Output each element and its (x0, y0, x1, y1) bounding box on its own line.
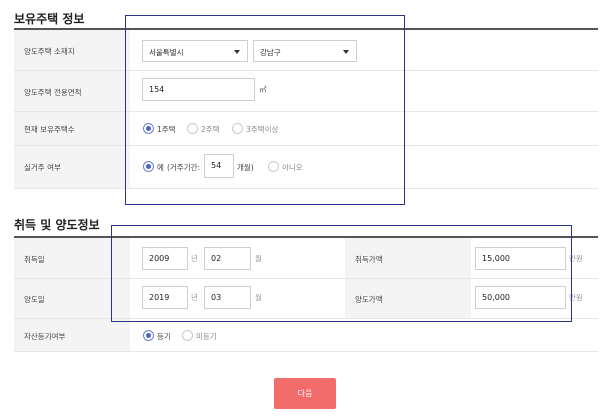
row-label-cell: 양도주택 전용면적 (14, 71, 130, 111)
section-title-house-info: 보유주택 정보 (14, 12, 85, 26)
area-label: 양도주택 전용면적 (24, 88, 82, 97)
form-row-registration: 자산등기여부 등기 미등기 (14, 319, 598, 352)
annotation-box-acquisition (111, 225, 572, 322)
registered-radio[interactable] (143, 330, 154, 341)
unregistered-option: 미등기 (196, 332, 217, 341)
row-label-cell: 실거주 여부 (14, 146, 130, 188)
annotation-box-house-info (125, 15, 405, 205)
owned-label: 현재 보유주택수 (24, 125, 75, 134)
unregistered-radio[interactable] (182, 330, 193, 341)
section-title-acquisition: 취득 및 양도정보 (14, 218, 100, 232)
registration-label: 자산등기여부 (24, 332, 66, 341)
registered-option: 등기 (157, 332, 171, 341)
residence-label: 실거주 여부 (24, 163, 61, 172)
transfer-date-label: 양도일 (24, 295, 45, 304)
row-label-cell: 현재 보유주택수 (14, 112, 130, 145)
acquisition-date-label: 취득일 (24, 255, 45, 264)
row-label-cell: 양도주택 소재지 (14, 30, 130, 70)
next-button[interactable]: 다음 (274, 378, 336, 409)
location-label: 양도주택 소재지 (24, 47, 75, 56)
row-label-cell: 자산등기여부 (14, 319, 130, 351)
